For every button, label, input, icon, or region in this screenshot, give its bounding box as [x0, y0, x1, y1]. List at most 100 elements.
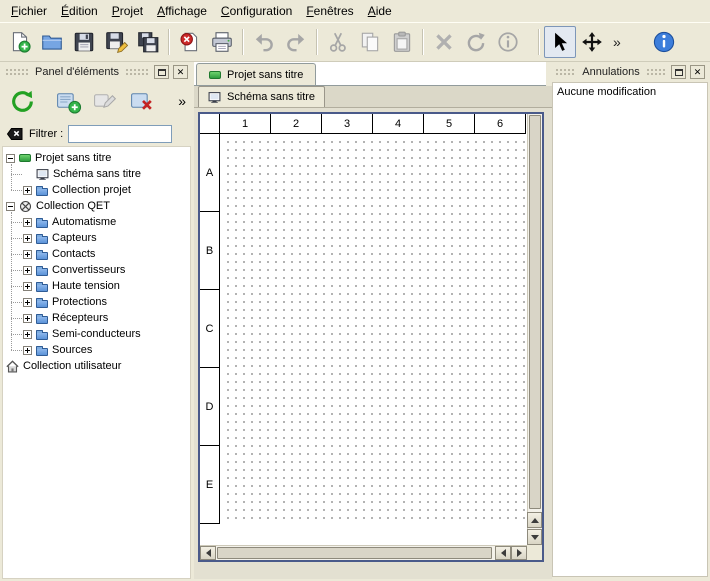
- new-document-button[interactable]: [4, 26, 36, 58]
- expand-icon[interactable]: [23, 282, 32, 291]
- tree-item-semi-conducteurs[interactable]: Semi-conducteurs: [3, 326, 190, 342]
- expand-icon[interactable]: [23, 250, 32, 259]
- tree-item-collection-utilisateur[interactable]: Collection utilisateur: [3, 358, 190, 374]
- tab-schema[interactable]: Schéma sans titre: [198, 86, 325, 107]
- tree-item-project[interactable]: Projet sans titre: [3, 150, 190, 166]
- tree-item-collection-qet[interactable]: Collection QET: [3, 198, 190, 214]
- undo-panel-titlebar[interactable]: Annulations ✕: [552, 64, 708, 80]
- tree-item-sources[interactable]: Sources: [3, 342, 190, 358]
- about-button[interactable]: [648, 26, 680, 58]
- paste-button[interactable]: [386, 26, 418, 58]
- menu-configuration[interactable]: Configuration: [214, 1, 299, 21]
- expand-icon[interactable]: [23, 314, 32, 323]
- scroll-down-button[interactable]: [527, 529, 542, 545]
- scroll-right-button[interactable]: [511, 546, 527, 560]
- schema-icon: [208, 91, 221, 104]
- column-headers: 1 2 3 4 5 6: [220, 114, 526, 134]
- tree-item-contacts[interactable]: Contacts: [3, 246, 190, 262]
- tree-item-label: Collection utilisateur: [23, 360, 121, 372]
- rotate-button[interactable]: [460, 26, 492, 58]
- right-arrow-icon: [517, 549, 522, 557]
- menu-aide[interactable]: Aide: [361, 1, 399, 21]
- delete-button[interactable]: [428, 26, 460, 58]
- cut-icon: [326, 30, 350, 54]
- dock-grip[interactable]: [125, 68, 150, 76]
- menu-fichier[interactable]: Fichier: [4, 1, 54, 21]
- expand-icon[interactable]: [23, 234, 32, 243]
- move-mode-button[interactable]: [576, 26, 608, 58]
- edit-element-button[interactable]: [88, 84, 122, 118]
- expand-icon[interactable]: [23, 186, 32, 195]
- tree-item-label: Sources: [52, 344, 92, 356]
- toolbar-separator: [422, 29, 424, 55]
- scroll-left-button[interactable]: [495, 546, 511, 560]
- dock-float-button[interactable]: [671, 65, 686, 79]
- tree-item-schema[interactable]: Schéma sans titre: [3, 166, 190, 182]
- expand-icon[interactable]: [23, 266, 32, 275]
- tree-item-label: Schéma sans titre: [53, 168, 141, 180]
- info-disabled-icon: [496, 30, 520, 54]
- cut-button[interactable]: [322, 26, 354, 58]
- tree-item-capteurs[interactable]: Capteurs: [3, 230, 190, 246]
- tree-item-convertisseurs[interactable]: Convertisseurs: [3, 262, 190, 278]
- copy-icon: [358, 30, 382, 54]
- scroll-left-button[interactable]: [200, 546, 216, 560]
- undo-history-list[interactable]: Aucune modification: [552, 82, 708, 577]
- expand-icon[interactable]: [23, 330, 32, 339]
- tree-item-haute-tension[interactable]: Haute tension: [3, 278, 190, 294]
- element-info-button[interactable]: [492, 26, 524, 58]
- delete-element-button[interactable]: [125, 84, 159, 118]
- toolbar-overflow-button[interactable]: »: [608, 34, 626, 50]
- select-mode-button[interactable]: [544, 26, 576, 58]
- menu-fenetres[interactable]: Fenêtres: [299, 1, 360, 21]
- undo-icon: [252, 30, 276, 54]
- reload-collections-button[interactable]: [5, 84, 39, 118]
- tree-item-recepteurs[interactable]: Récepteurs: [3, 310, 190, 326]
- elements-tree[interactable]: Projet sans titre Schéma sans titre Coll…: [2, 146, 191, 579]
- elements-panel-title: Panel d'éléments: [33, 66, 121, 78]
- filter-input[interactable]: [68, 125, 172, 143]
- diagram-view[interactable]: 1 2 3 4 5 6 A B C D E: [198, 112, 544, 562]
- open-project-button[interactable]: [36, 26, 68, 58]
- menu-edition[interactable]: Édition: [54, 1, 105, 21]
- collapse-icon[interactable]: [6, 202, 15, 211]
- copy-button[interactable]: [354, 26, 386, 58]
- save-as-button[interactable]: [100, 26, 132, 58]
- horizontal-scrollbar-thumb[interactable]: [217, 547, 492, 559]
- tree-item-label: Collection projet: [52, 184, 131, 196]
- dock-float-button[interactable]: [154, 65, 169, 79]
- diagram-canvas[interactable]: [221, 135, 526, 524]
- save-all-button[interactable]: [132, 26, 164, 58]
- close-document-button[interactable]: [174, 26, 206, 58]
- tree-item-protections[interactable]: Protections: [3, 294, 190, 310]
- expand-icon[interactable]: [23, 218, 32, 227]
- vertical-scrollbar-thumb[interactable]: [529, 115, 541, 509]
- vertical-scrollbar[interactable]: [527, 114, 542, 545]
- row-header: E: [200, 446, 220, 524]
- save-button[interactable]: [68, 26, 100, 58]
- expand-icon[interactable]: [23, 298, 32, 307]
- menu-affichage[interactable]: Affichage: [150, 1, 214, 21]
- collapse-icon[interactable]: [6, 154, 15, 163]
- tree-item-collection-projet[interactable]: Collection projet: [3, 182, 190, 198]
- scroll-up-button[interactable]: [527, 512, 542, 528]
- dock-grip[interactable]: [555, 68, 576, 76]
- dock-close-button[interactable]: ✕: [173, 65, 188, 79]
- tab-project[interactable]: Projet sans titre: [196, 63, 316, 85]
- project-tab-label: Projet sans titre: [227, 69, 303, 81]
- expand-icon[interactable]: [23, 346, 32, 355]
- clear-filter-button[interactable]: [6, 125, 24, 143]
- panel-toolbar-overflow-button[interactable]: »: [178, 93, 188, 109]
- new-element-button[interactable]: [51, 84, 85, 118]
- print-button[interactable]: [206, 26, 238, 58]
- dock-grip[interactable]: [5, 68, 29, 76]
- redo-button[interactable]: [280, 26, 312, 58]
- dock-close-button[interactable]: ✕: [690, 65, 705, 79]
- horizontal-scrollbar[interactable]: [200, 545, 527, 560]
- dock-grip[interactable]: [646, 68, 667, 76]
- tree-item-automatisme[interactable]: Automatisme: [3, 214, 190, 230]
- column-header: 5: [424, 114, 475, 134]
- undo-button[interactable]: [248, 26, 280, 58]
- elements-panel-titlebar[interactable]: Panel d'éléments ✕: [2, 64, 191, 80]
- menu-projet[interactable]: Projet: [105, 1, 150, 21]
